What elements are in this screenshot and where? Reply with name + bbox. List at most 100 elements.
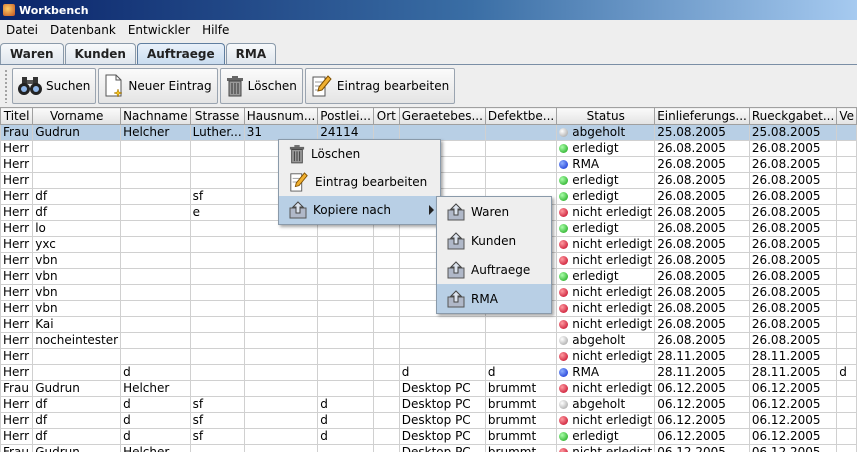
table-cell: erledigt (556, 140, 656, 157)
delete-button[interactable]: Löschen (219, 68, 303, 104)
table-cell: nicht erledigt (556, 236, 656, 253)
column-header[interactable]: Einlieferungs... (654, 107, 750, 125)
menu-hilfe[interactable]: Hilfe (196, 23, 235, 37)
status-label: erledigt (572, 221, 619, 236)
table-cell (317, 444, 374, 452)
table-cell (836, 268, 857, 285)
table-cell: Frau (0, 124, 34, 141)
column-header[interactable]: Vorname (32, 107, 122, 125)
column-header[interactable]: Ort (372, 107, 400, 125)
menu-entwickler[interactable]: Entwickler (122, 23, 196, 37)
table-cell (836, 348, 857, 365)
status-label: RMA (572, 157, 600, 172)
table-row[interactable]: Herr nocheintester abgeholt 26.08.2005 26.08… (0, 332, 857, 349)
table-cell: erledigt (556, 220, 656, 237)
table-cell: 28.11.2005 (748, 348, 838, 365)
column-header[interactable]: Geraetebes... (398, 107, 486, 125)
table-cell (317, 316, 374, 333)
submenu-item-label: Kunden (471, 233, 517, 248)
column-header[interactable]: Defektbe... (484, 107, 558, 125)
table-cell (120, 156, 191, 173)
submenu-item-waren[interactable]: Waren (437, 197, 551, 226)
table-cell (317, 284, 374, 301)
column-header[interactable]: Nachname (120, 107, 191, 125)
table-cell: Herr (0, 396, 34, 413)
table-cell: brummt (484, 444, 558, 452)
tab-rma[interactable]: RMA (225, 43, 277, 64)
table-cell: d (120, 412, 191, 429)
status-dot-icon (559, 320, 569, 329)
table-cell: Desktop PC (398, 428, 486, 445)
table-cell: Herr (0, 300, 34, 317)
table-cell: Herr (0, 204, 34, 221)
column-header[interactable]: Strasse (189, 107, 245, 125)
table-row[interactable]: Herr Kai nicht erledigt 26.08.2005 26.08.200… (0, 316, 857, 333)
table-row[interactable]: Frau Gudrun Helcher Desktop PC brummt nicht e… (0, 444, 857, 452)
table-cell (836, 316, 857, 333)
status-dot-icon (559, 272, 569, 281)
column-header[interactable]: Status (556, 107, 656, 125)
table-cell: 06.12.2005 (748, 444, 838, 452)
toolbar-grip[interactable] (4, 69, 8, 103)
context-item-edit[interactable]: Eintrag bearbeiten (279, 168, 440, 196)
table-row[interactable]: Herr df d sf d Desktop PC brummt nicht erledigt… (0, 412, 857, 429)
table-cell: nicht erledigt (556, 252, 656, 269)
table-row[interactable]: Herr yxc nicht erledigt 26.08.2005 26.08.200… (0, 236, 857, 253)
table-cell: nicht erledigt (556, 380, 656, 397)
table-cell: Herr (0, 156, 34, 173)
trash-icon (289, 145, 305, 164)
table-row[interactable]: Herr vbn erledigt 26.08.2005 26.08.2005 (0, 268, 857, 285)
table-row[interactable]: Herr vbn nicht erledigt 26.08.2005 26.08.200… (0, 284, 857, 301)
column-header[interactable]: Hausnum... (243, 107, 319, 125)
submenu-item-auftraege[interactable]: Auftraege (437, 255, 551, 284)
column-header[interactable]: Rueckgabet... (748, 107, 838, 125)
table-cell: 26.08.2005 (654, 236, 750, 253)
tab-kunden[interactable]: Kunden (64, 43, 136, 64)
table-cell: 06.12.2005 (748, 412, 838, 429)
submenu-item-kunden[interactable]: Kunden (437, 226, 551, 255)
table-row[interactable]: Herr df d sf d Desktop PC brummt abgeholt 06.12.… (0, 396, 857, 413)
table-cell (32, 172, 122, 189)
table-cell: 26.08.2005 (654, 220, 750, 237)
menu-datenbank[interactable]: Datenbank (44, 23, 122, 37)
table-cell: 26.08.2005 (654, 156, 750, 173)
table-cell (372, 444, 400, 452)
table-cell (120, 220, 191, 237)
table-row[interactable]: Herr vbn nicht erledigt 26.08.2005 26.08.200… (0, 252, 857, 269)
edit-entry-button[interactable]: Eintrag bearbeiten (304, 68, 456, 104)
new-entry-button[interactable]: Neuer Eintrag (98, 68, 218, 104)
table-cell: abgeholt (556, 332, 656, 349)
column-header[interactable]: Postlei... (317, 107, 374, 125)
status-label: erledigt (572, 141, 619, 156)
window-titlebar: Workbench (0, 0, 857, 20)
table-row[interactable]: Frau Gudrun Helcher Desktop PC brummt nicht e… (0, 380, 857, 397)
tab-auftraege[interactable]: Auftraege (136, 43, 225, 64)
status-label: nicht erledigt (572, 413, 653, 428)
table-cell: 25.08.2005 (654, 124, 750, 141)
table-row[interactable]: Herr nicht erledigt 28.11.2005 28.11.2005 (0, 348, 857, 365)
table-cell (189, 284, 245, 301)
table-cell: sf (189, 396, 245, 413)
table-row[interactable]: Herr vbn nicht erledigt 26.08.2005 26.08.200… (0, 300, 857, 317)
table-cell: Herr (0, 172, 34, 189)
table-row[interactable]: Herr df d sf d Desktop PC brummt erledigt 06.12.… (0, 428, 857, 445)
column-header[interactable]: Titel (0, 107, 34, 125)
table-cell: nicht erledigt (556, 348, 656, 365)
tab-waren[interactable]: Waren (0, 43, 64, 64)
table-cell: Desktop PC (398, 380, 486, 397)
table-cell (189, 364, 245, 381)
table-cell: df (32, 412, 122, 429)
search-button[interactable]: Suchen (12, 68, 97, 104)
context-item-copy-to[interactable]: Kopiere nach (279, 196, 440, 224)
status-dot-icon (559, 288, 569, 297)
table-row[interactable]: Herr d d d RMA 28.11.2005 28.11.2005 d (0, 364, 857, 381)
table-cell: 26.08.2005 (748, 300, 838, 317)
table-cell (836, 236, 857, 253)
table-cell (836, 332, 857, 349)
context-item-delete[interactable]: Löschen (279, 140, 440, 168)
table-cell: 26.08.2005 (748, 268, 838, 285)
status-label: nicht erledigt (572, 301, 653, 316)
submenu-item-rma[interactable]: RMA (437, 284, 551, 313)
column-header[interactable]: Ve (836, 107, 857, 125)
menu-datei[interactable]: Datei (0, 23, 44, 37)
